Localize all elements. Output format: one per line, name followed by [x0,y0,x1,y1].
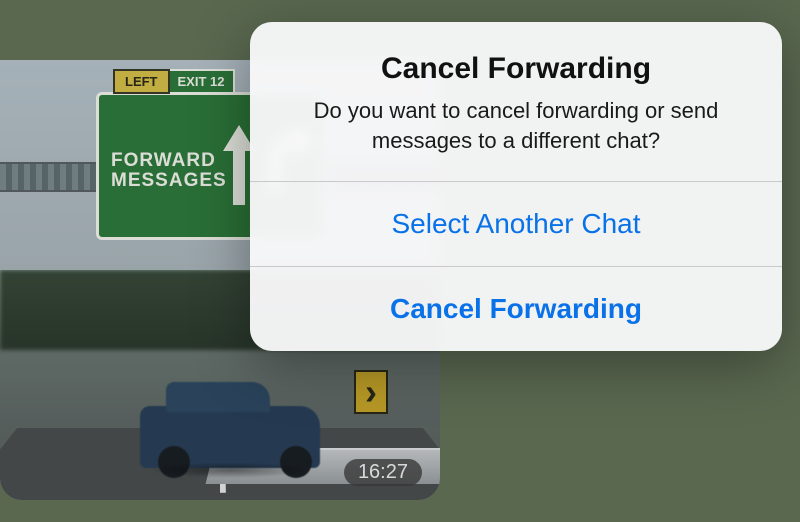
wheel-rear [158,446,190,478]
exit-number: EXIT 12 [170,69,235,94]
alert-message: Do you want to cancel forwarding or send… [284,96,748,155]
select-another-chat-button[interactable]: Select Another Chat [250,182,782,266]
chevron-sign-icon [354,370,388,414]
cancel-forwarding-button[interactable]: Cancel Forwarding [250,267,782,351]
exit-left-label: LEFT [113,69,170,94]
alert-dialog: Cancel Forwarding Do you want to cancel … [250,22,782,351]
alert-title: Cancel Forwarding [284,52,748,86]
car [140,406,320,468]
alert-header: Cancel Forwarding Do you want to cancel … [250,22,782,181]
exit-tab: LEFT EXIT 12 [113,69,235,94]
message-timestamp: 16:27 [344,459,422,486]
wheel-front [280,446,312,478]
